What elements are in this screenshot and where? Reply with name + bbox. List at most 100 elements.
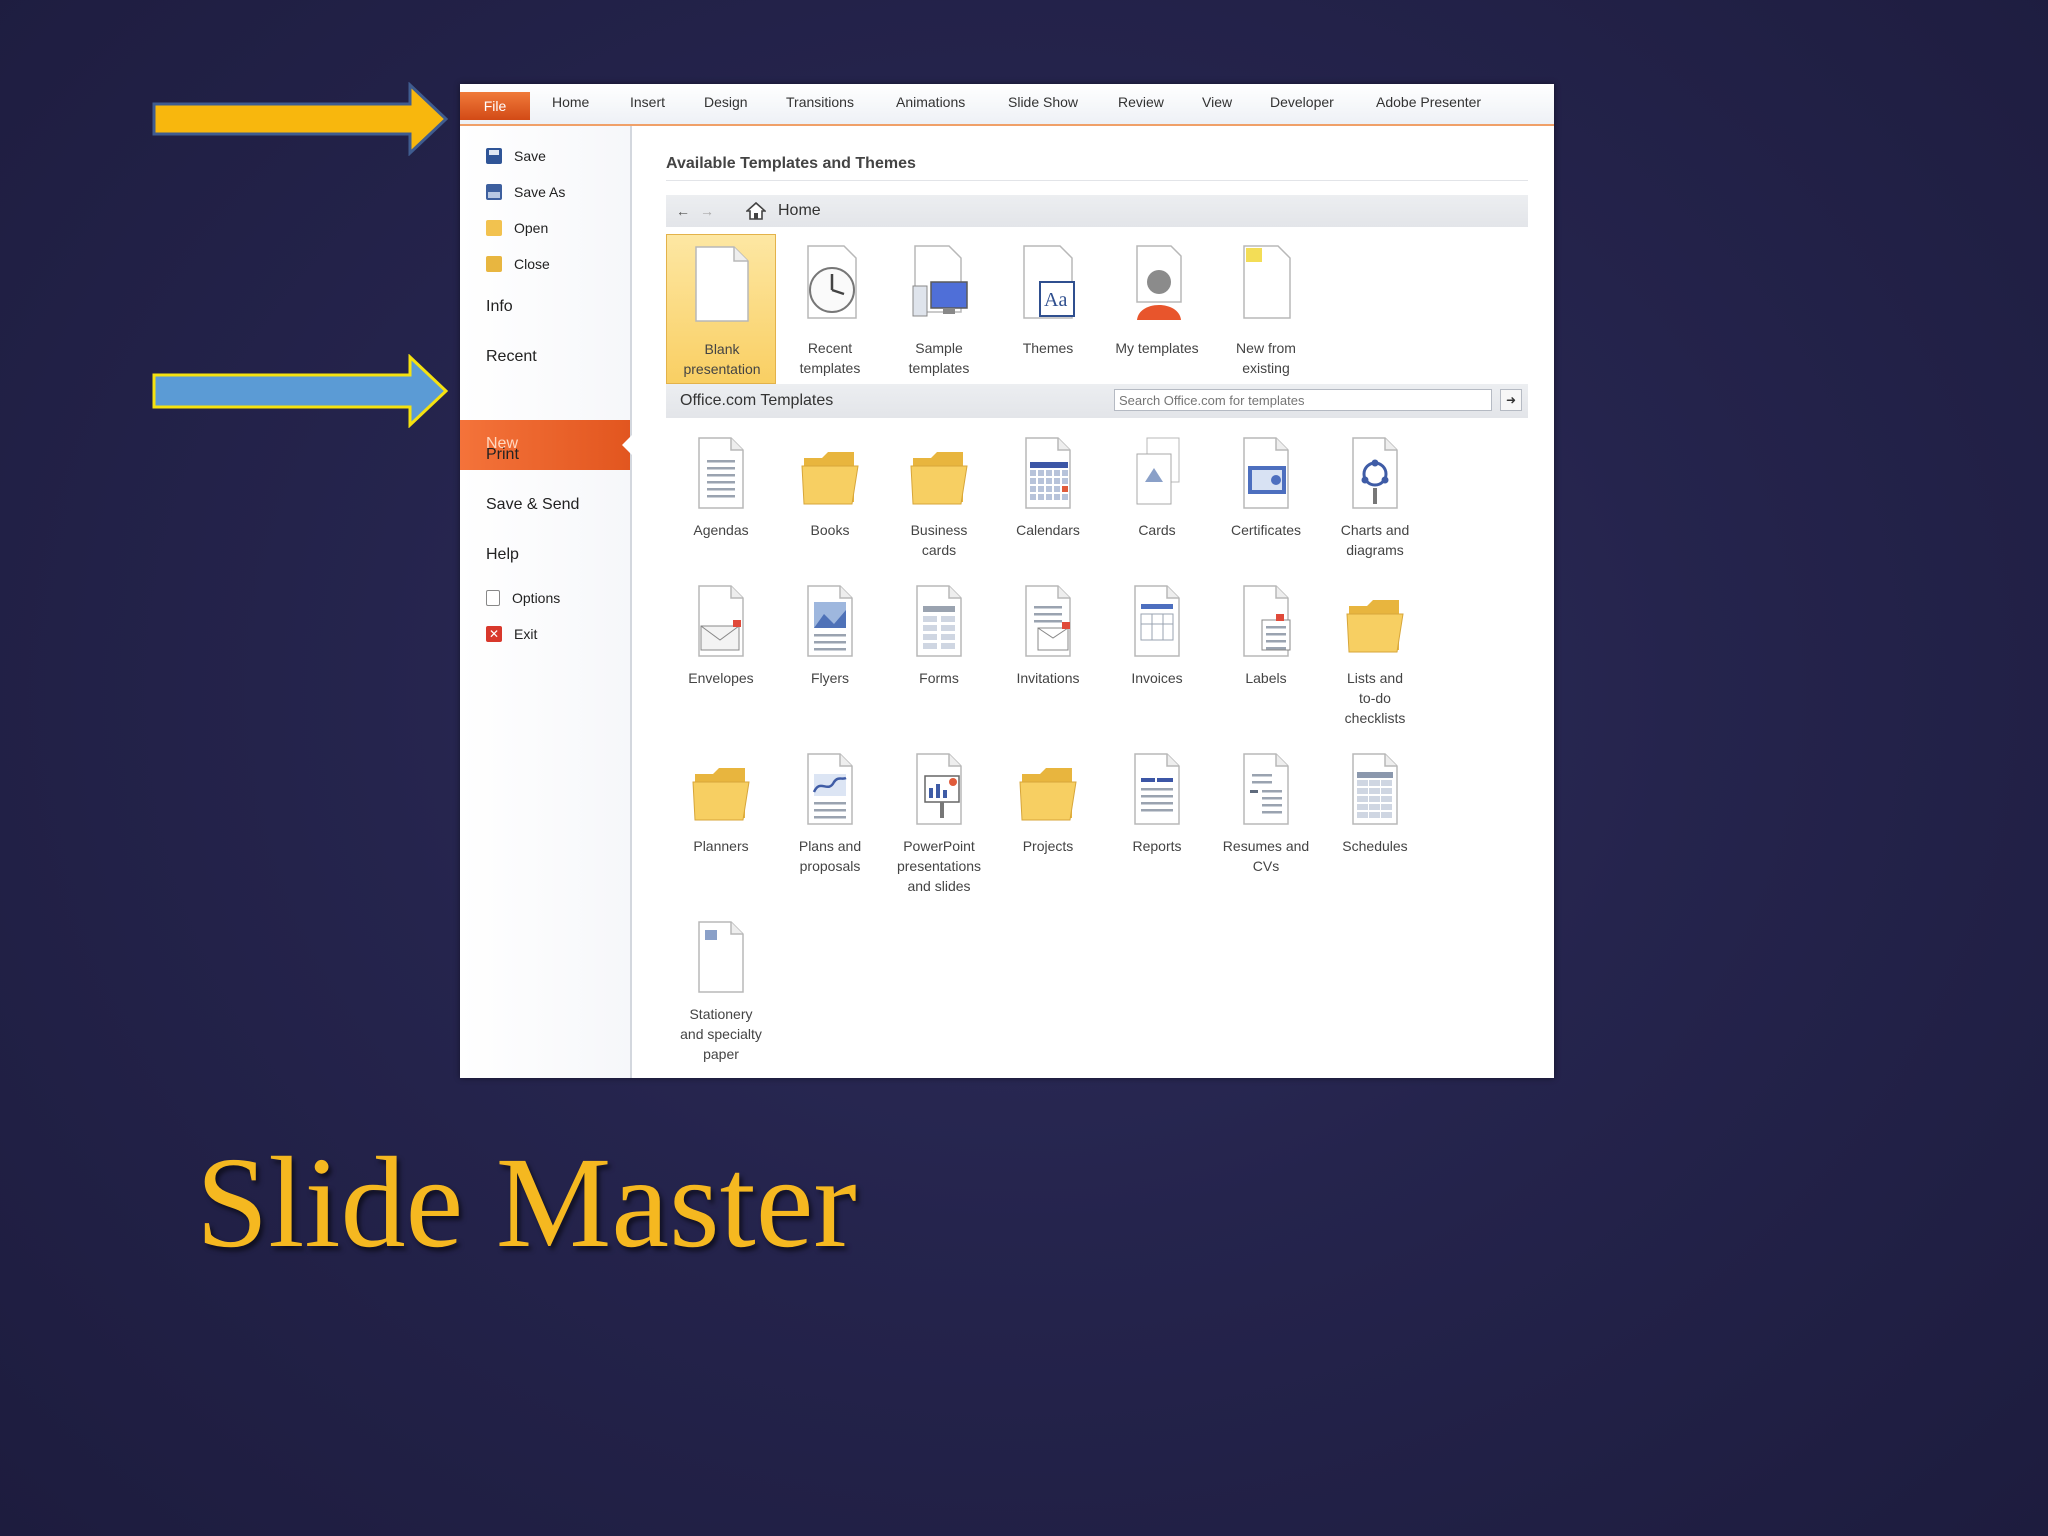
menu-exit-label: Exit [514,626,538,642]
menu-help[interactable]: Help [486,546,519,564]
save-icon [486,148,502,164]
tile-label: Business cards [910,522,968,558]
tile-category-agendas[interactable]: Agendas [666,424,776,574]
menu-options-label: Options [512,590,561,606]
certificate-icon [1243,437,1289,509]
tile-category-flyers[interactable]: Flyers [775,572,885,722]
tab-transitions[interactable]: Transitions [786,94,854,110]
tile-label: Cards [1138,522,1176,538]
arrow-right-icon[interactable]: ➜ [1500,389,1522,411]
tile-category-projects[interactable]: Projects [993,740,1103,890]
tile-category-reports[interactable]: Reports [1102,740,1212,890]
my-templates-icon [1136,245,1182,320]
tile-category-stationery[interactable]: Stationery and specialty paper [666,908,776,1062]
form-icon [916,585,962,657]
tab-view[interactable]: View [1202,94,1232,110]
svg-text:Aa: Aa [1044,289,1067,311]
tab-insert[interactable]: Insert [630,94,665,110]
tile-my-templates[interactable]: My templates [1102,234,1212,384]
tile-category-charts-and-diagrams[interactable]: Charts and diagrams [1320,424,1430,574]
tile-label: New from existing [1236,340,1296,376]
tab-slide-show[interactable]: Slide Show [1008,94,1078,110]
home-icon[interactable] [746,201,766,221]
tile-blank-presentation[interactable]: Blank presentation [666,234,776,384]
tab-home[interactable]: Home [552,94,589,110]
tile-label: Resumes and CVs [1222,838,1310,874]
tile-label: Invitations [1016,670,1080,686]
menu-close[interactable]: Close [486,256,550,272]
powerpoint-screenshot: File Home Insert Design Transitions Anim… [460,84,1554,1078]
tile-label: Charts and diagrams [1340,522,1410,558]
tile-label: Labels [1245,670,1287,686]
tile-category-certificates[interactable]: Certificates [1211,424,1321,574]
office-templates-label: Office.com Templates [680,392,834,409]
tile-sample-templates[interactable]: Sample templates [884,234,994,384]
tile-category-schedules[interactable]: Schedules [1320,740,1430,890]
menu-save-label: Save [514,148,546,164]
tab-file[interactable]: File [460,92,530,120]
forward-arrow-icon[interactable]: → [698,202,716,220]
tile-category-labels[interactable]: Labels [1211,572,1321,722]
tile-category-envelopes[interactable]: Envelopes [666,572,776,722]
tile-category-business-cards[interactable]: Business cards [884,424,994,574]
menu-info[interactable]: Info [486,298,513,316]
tile-category-resumes-and-cvs[interactable]: Resumes and CVs [1211,740,1321,890]
tile-label: Blank presentation [683,341,761,377]
close-folder-icon [486,256,502,272]
tile-label: My templates [1115,340,1199,356]
resume-icon [1243,753,1289,825]
menu-save-send[interactable]: Save & Send [486,496,579,514]
tile-label: Forms [919,670,959,686]
menu-exit[interactable]: ✕ Exit [486,626,537,642]
schedule-icon [1352,753,1398,825]
office-search-input[interactable] [1114,389,1492,411]
open-folder-icon [486,220,502,236]
labels-icon [1243,585,1291,657]
folder-icon [910,452,968,505]
presentation-icon [916,753,962,825]
tab-developer[interactable]: Developer [1270,94,1334,110]
tab-animations[interactable]: Animations [896,94,965,110]
menu-open[interactable]: Open [486,220,548,236]
tile-new-from-existing[interactable]: New from existing [1211,234,1321,384]
slide-title: Slide Master [196,1131,857,1275]
cards-icon [1136,437,1180,505]
tab-review[interactable]: Review [1118,94,1164,110]
report-icon [1134,753,1180,825]
menu-options[interactable]: Options [486,590,560,606]
tile-themes[interactable]: Aa Themes [993,234,1103,384]
tile-category-cards[interactable]: Cards [1102,424,1212,574]
tab-design[interactable]: Design [704,94,748,110]
tile-category-forms[interactable]: Forms [884,572,994,722]
menu-close-label: Close [514,256,550,272]
tile-category-planners[interactable]: Planners [666,740,776,890]
tile-category-invoices[interactable]: Invoices [1102,572,1212,722]
menu-print[interactable]: Print [486,446,519,464]
backstage-menu: Save Save As Open Close Info Recent New … [460,126,632,1078]
menu-recent[interactable]: Recent [486,348,537,366]
document-icon [698,437,744,509]
tile-label: Themes [1022,340,1074,356]
section-title: Available Templates and Themes [666,155,916,172]
breadcrumb-home[interactable]: Home [778,202,821,220]
folder-icon [692,768,750,821]
tile-label: Plans and proposals [798,838,862,874]
tile-category-plans-and-proposals[interactable]: Plans and proposals [775,740,885,890]
menu-save-as[interactable]: Save As [486,184,565,200]
back-arrow-icon[interactable]: ← [674,202,692,220]
folder-icon [1019,768,1077,821]
tile-category-powerpoint-presentations[interactable]: PowerPoint presentations and slides [884,740,994,894]
menu-save[interactable]: Save [486,148,546,164]
tile-category-calendars[interactable]: Calendars [993,424,1103,574]
tile-label: Projects [1022,838,1074,854]
template-navbar: ← → Home [666,195,1528,227]
tab-adobe-presenter[interactable]: Adobe Presenter [1376,94,1481,110]
flyer-icon [807,585,853,657]
tile-recent-templates[interactable]: Recent templates [775,234,885,384]
tile-category-books[interactable]: Books [775,424,885,574]
tile-label: Calendars [1016,522,1080,538]
calendar-icon [1025,437,1071,509]
tile-category-invitations[interactable]: Invitations [993,572,1103,722]
tile-category-lists-and-checklists[interactable]: Lists and to-do checklists [1320,572,1430,726]
options-icon [486,590,500,606]
